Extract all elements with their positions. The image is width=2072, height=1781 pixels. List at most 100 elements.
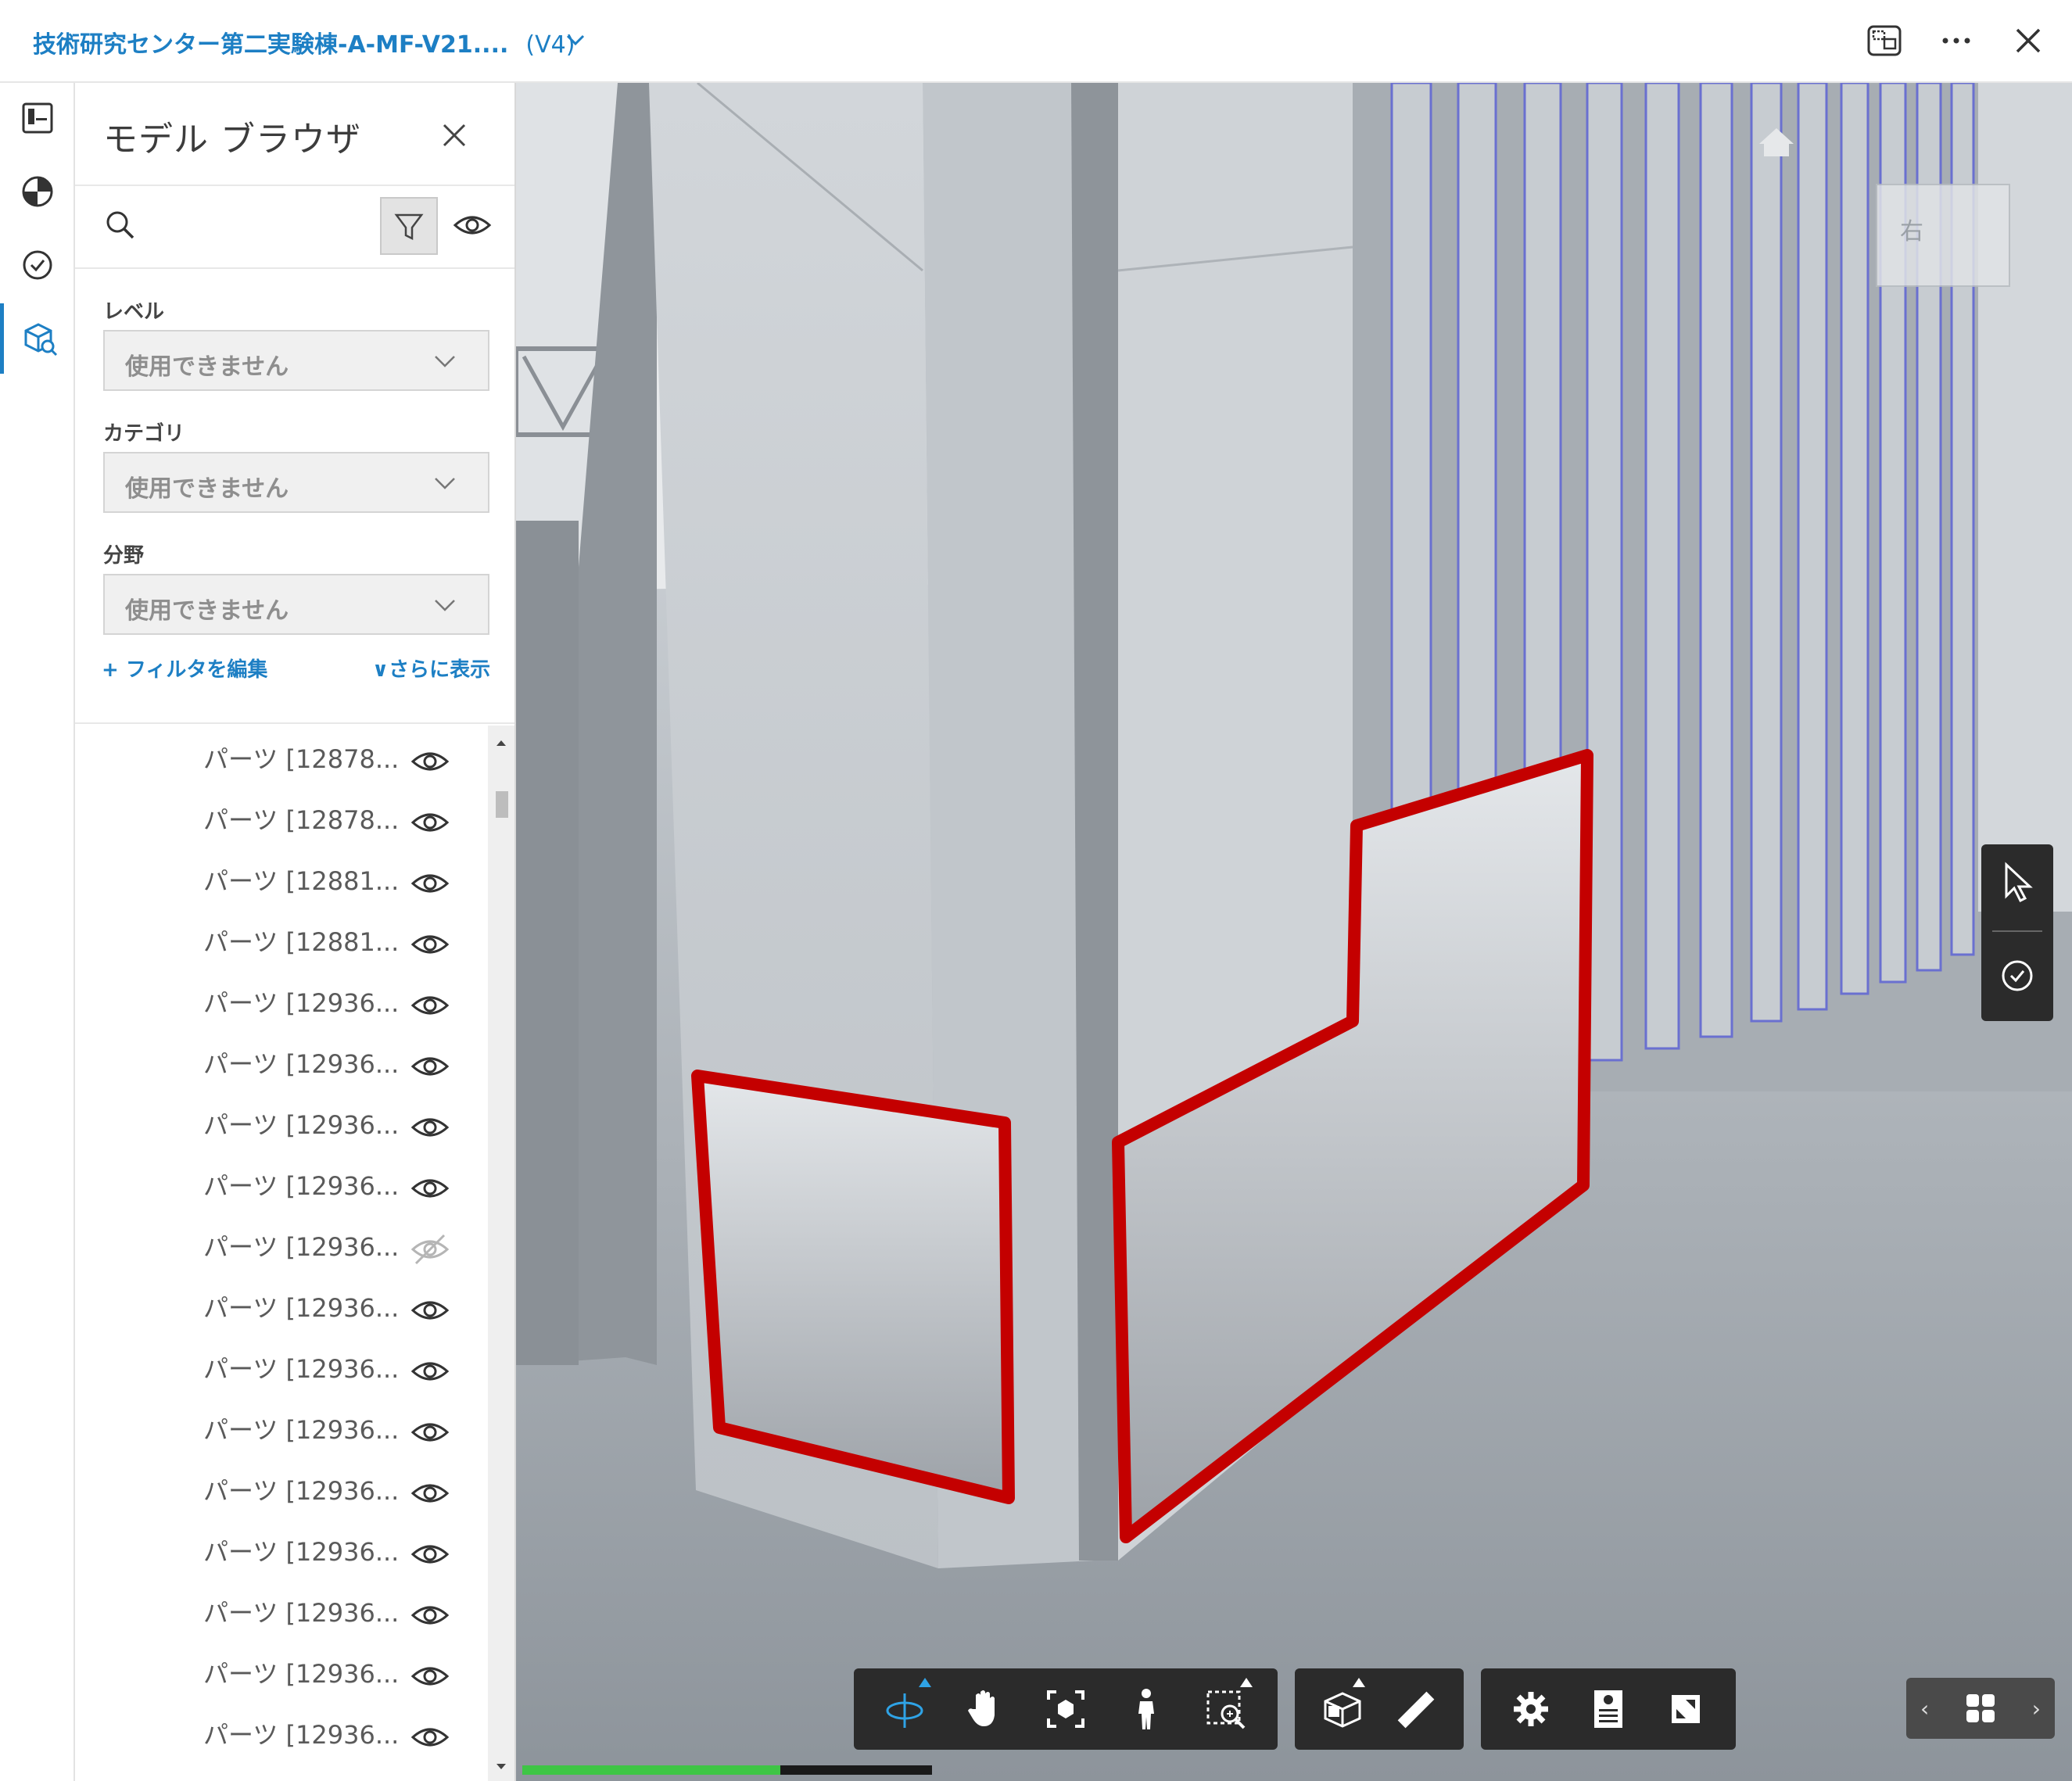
rail-layers-button[interactable]	[0, 156, 75, 227]
eye-off-icon[interactable]	[410, 1231, 450, 1271]
level-filter-select[interactable]: 使用できません	[103, 330, 489, 391]
list-item[interactable]: パーツ [12881...	[75, 908, 489, 969]
first-person-button[interactable]	[1106, 1668, 1186, 1750]
discipline-filter-select[interactable]: 使用できません	[103, 574, 489, 635]
list-item-label: パーツ [12936...	[203, 1598, 400, 1628]
list-item-label: パーツ [12881...	[203, 927, 400, 957]
eye-icon[interactable]	[410, 1536, 450, 1576]
list-item[interactable]: パーツ [12936...	[75, 969, 489, 1030]
check-circle-icon	[23, 250, 52, 280]
eye-icon[interactable]	[410, 926, 450, 966]
list-item[interactable]: パーツ [12936...	[75, 1091, 489, 1152]
category-filter-label: カテゴリ	[103, 422, 185, 446]
orbit-tool-button[interactable]	[865, 1668, 945, 1750]
gear-icon	[1513, 1692, 1548, 1726]
list-item[interactable]: パーツ [12936...	[75, 1396, 489, 1457]
eye-icon[interactable]	[410, 1353, 450, 1393]
edit-filter-link[interactable]: + フィルタを編集	[102, 654, 267, 683]
eye-icon[interactable]	[410, 1292, 450, 1332]
eye-icon[interactable]	[410, 1048, 450, 1088]
close-icon	[2016, 28, 2041, 53]
list-item[interactable]: パーツ [12881...	[75, 847, 489, 908]
category-filter-select[interactable]: 使用できません	[103, 452, 489, 513]
eye-icon[interactable]	[410, 1475, 450, 1515]
eye-icon[interactable]	[410, 1414, 450, 1454]
list-item[interactable]: パーツ [12936...	[75, 1030, 489, 1091]
eye-icon[interactable]	[410, 743, 450, 783]
list-item[interactable]: パーツ [12936...	[75, 1640, 489, 1701]
previous-view-button[interactable]: ‹	[1920, 1696, 1929, 1722]
panel-close-button[interactable]	[435, 116, 474, 155]
rail-issues-button[interactable]	[0, 230, 75, 300]
eye-icon[interactable]	[410, 1718, 450, 1759]
eye-icon[interactable]	[410, 1170, 450, 1210]
list-item[interactable]: パーツ [12936...	[75, 1152, 489, 1213]
list-item[interactable]: パーツ [12936...	[75, 1701, 489, 1762]
eye-icon[interactable]	[410, 865, 450, 905]
eye-icon[interactable]	[410, 1596, 450, 1637]
properties-icon	[1593, 1690, 1622, 1728]
zoom-window-button[interactable]	[1186, 1668, 1267, 1750]
create-issue-button[interactable]	[1997, 952, 2038, 1002]
fit-view-button[interactable]	[1026, 1668, 1106, 1750]
divider	[75, 722, 514, 724]
top-bar: 技術研究センター第二実験棟-A-MF-V21.... (V4)	[0, 0, 2072, 83]
flyout-indicator-icon	[918, 1678, 931, 1687]
show-more-link[interactable]: ∨さらに表示	[372, 654, 490, 683]
hand-icon	[968, 1690, 995, 1726]
list-item-label: パーツ [12936...	[203, 1354, 400, 1384]
list-item-label: パーツ [12936...	[203, 1415, 400, 1445]
scroll-up-icon[interactable]	[488, 733, 514, 752]
fullscreen-button[interactable]	[1647, 1668, 1725, 1750]
list-item[interactable]: パーツ [12936...	[75, 1335, 489, 1396]
list-item[interactable]: パーツ [12936...	[75, 1457, 489, 1518]
fit-to-view-icon	[1046, 1690, 1084, 1728]
discipline-filter-label: 分野	[103, 544, 145, 568]
viewcube[interactable]: 右	[1876, 184, 2010, 287]
document-title-selector[interactable]: 技術研究センター第二実験棟-A-MF-V21.... (V4)	[33, 25, 585, 59]
scroll-thumb[interactable]	[496, 791, 508, 818]
rail-model-browser-button[interactable]	[0, 303, 75, 374]
search-button[interactable]	[102, 206, 139, 247]
pan-tool-button[interactable]	[945, 1668, 1026, 1750]
viewcube-face-label: 右	[1900, 218, 1923, 245]
list-item[interactable]: パーツ [12936...	[75, 1213, 489, 1274]
measure-tool-button[interactable]	[1379, 1668, 1453, 1750]
more-options-button[interactable]	[1936, 20, 1977, 61]
list-item[interactable]: パーツ [12936...	[75, 1579, 489, 1640]
close-viewer-button[interactable]	[2008, 20, 2049, 61]
visibility-toggle-button[interactable]	[452, 206, 493, 247]
list-item[interactable]: パーツ [12878...	[75, 787, 489, 847]
markup-outline-left	[691, 1070, 1015, 1504]
split-view-button[interactable]	[1864, 20, 1905, 61]
list-item[interactable]: パーツ [12878...	[75, 726, 489, 787]
rail-sheets-button[interactable]	[0, 83, 75, 153]
view-switcher: ‹ ›	[1906, 1678, 2055, 1739]
list-item[interactable]: パーツ [12936...	[75, 1518, 489, 1579]
section-tool-button[interactable]	[1306, 1668, 1379, 1750]
eye-icon[interactable]	[410, 1109, 450, 1149]
eye-icon[interactable]	[410, 987, 450, 1027]
grid-view-icon[interactable]	[1963, 1691, 1998, 1725]
level-filter-value: 使用できません	[125, 353, 289, 381]
chevron-down-icon	[435, 356, 455, 367]
model-browser-panel: モデル ブラウザ レベル 使用できません カテゴリ 使用できません 分野 使用で…	[75, 83, 516, 1781]
model-render[interactable]: 右	[516, 83, 2072, 1781]
category-filter-value: 使用できません	[125, 475, 289, 503]
parts-list-scrollbar[interactable]	[488, 726, 514, 1781]
properties-button[interactable]	[1569, 1668, 1647, 1750]
list-item-label: パーツ [12936...	[203, 1537, 400, 1567]
eye-icon[interactable]	[410, 1657, 450, 1698]
next-view-button[interactable]: ›	[2032, 1696, 2041, 1722]
model-viewport[interactable]: 右	[516, 83, 2072, 1781]
chevron-down-icon	[565, 25, 586, 63]
list-item-label: パーツ [12881...	[203, 866, 400, 896]
eye-icon[interactable]	[410, 804, 450, 844]
list-item-label: パーツ [12936...	[203, 1476, 400, 1506]
section-box-icon	[1324, 1692, 1361, 1728]
filter-toggle-button[interactable]	[380, 197, 438, 255]
settings-button[interactable]	[1492, 1668, 1569, 1750]
list-item[interactable]: パーツ [12936...	[75, 1274, 489, 1335]
select-tool-button[interactable]	[1997, 860, 2038, 910]
scroll-down-icon[interactable]	[488, 1758, 514, 1776]
